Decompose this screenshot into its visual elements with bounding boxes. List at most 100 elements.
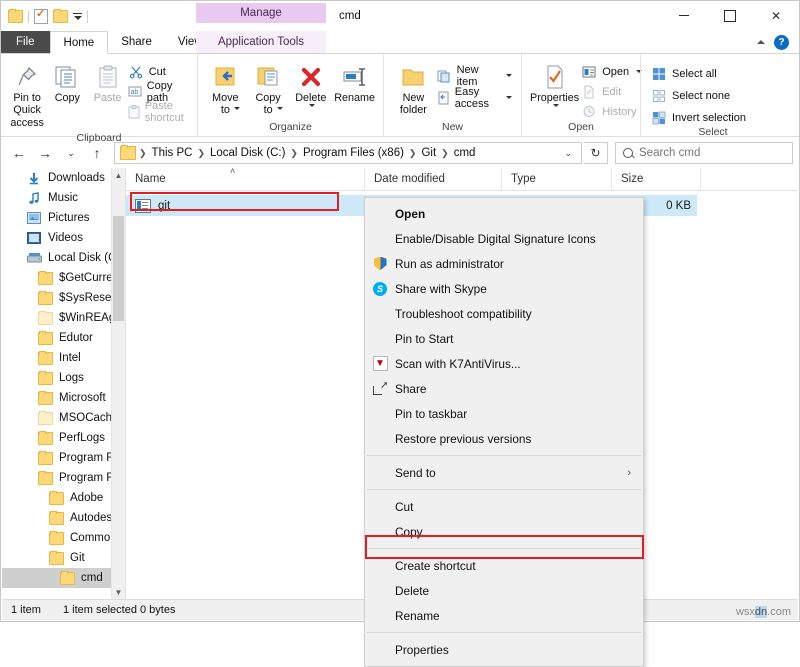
context-menu-item-create-shortcut[interactable]: Create shortcut [365, 553, 643, 578]
new-folder-button[interactable]: New folder [390, 59, 437, 120]
breadcrumb-item-this-pc[interactable]: This PC [148, 147, 197, 159]
history-button[interactable]: History [581, 103, 645, 120]
search-input[interactable]: Search cmd [615, 142, 793, 164]
scrollbar-thumb[interactable] [113, 216, 124, 321]
column-header-date-modified[interactable]: Date modified [365, 168, 502, 190]
sidebar-item-perflogs[interactable]: PerfLogs [2, 428, 125, 448]
context-menu-item-cut[interactable]: Cut [365, 494, 643, 519]
minimize-button[interactable] [661, 1, 707, 30]
ribbon-group-organize-label: Organize [198, 121, 383, 136]
refresh-button[interactable]: ↻ [584, 142, 608, 164]
navigation-scrollbar[interactable]: ▲ ▼ [111, 168, 125, 599]
tab-home[interactable]: Home [50, 31, 109, 54]
sidebar-item-adobe[interactable]: Adobe [2, 488, 125, 508]
videos-icon [26, 232, 42, 244]
paste-shortcut-button[interactable]: Paste shortcut [128, 103, 191, 120]
context-menu-item-copy[interactable]: Copy [365, 519, 643, 544]
context-menu-item-delete[interactable]: Delete [365, 578, 643, 603]
context-menu-item-pin-to-start[interactable]: Pin to Start [365, 326, 643, 351]
context-menu-item-scan-with-k7antivirus[interactable]: ▼ Scan with K7AntiVirus... [365, 351, 643, 376]
column-header-type[interactable]: Type [502, 168, 612, 190]
breadcrumb-item-cmd[interactable]: cmd [450, 147, 480, 159]
sidebar-item-edutor[interactable]: Edutor [2, 328, 125, 348]
folder-icon [48, 512, 64, 525]
tab-file[interactable]: File [1, 31, 50, 53]
window-controls: ✕ [661, 1, 799, 30]
breadcrumb-item-git[interactable]: Git [417, 147, 440, 159]
sidebar-item-msocache[interactable]: MSOCache [2, 408, 125, 428]
sidebar-item-logs[interactable]: Logs [2, 368, 125, 388]
context-menu-item-restore-previous-versions[interactable]: Restore previous versions [365, 426, 643, 451]
properties-button[interactable]: Properties [528, 59, 581, 110]
sidebar-item-getcurrent[interactable]: $GetCurrent [2, 268, 125, 288]
context-menu-item-digital-signature[interactable]: Enable/Disable Digital Signature Icons [365, 226, 643, 251]
watermark-left: wsx [736, 606, 755, 618]
new-item-button[interactable]: New item [437, 67, 515, 84]
sidebar-item-music[interactable]: Music [2, 188, 125, 208]
scroll-down-icon[interactable]: ▼ [112, 585, 125, 599]
sidebar-item-intel[interactable]: Intel [2, 348, 125, 368]
sidebar-item-sysreset[interactable]: $SysReset [2, 288, 125, 308]
context-menu-item-send-to[interactable]: Send to › [365, 460, 643, 485]
cut-button[interactable]: Cut [128, 63, 191, 80]
chevron-up-icon[interactable] [757, 40, 765, 44]
sidebar-item-microsoft[interactable]: Microsoft [2, 388, 125, 408]
maximize-button[interactable] [707, 1, 753, 30]
sidebar-item-program-files-x86[interactable]: Program Files ( [2, 468, 125, 488]
column-header-name[interactable]: Name ˄ [126, 168, 365, 190]
pin-to-quick-access-button[interactable]: Pin to Quick access [7, 59, 47, 132]
sidebar-item-videos[interactable]: Videos [2, 228, 125, 248]
breadcrumb-item-program-files-x86[interactable]: Program Files (x86) [299, 147, 408, 159]
new-folder-icon[interactable] [8, 10, 23, 23]
tab-application-tools[interactable]: Application Tools [196, 31, 326, 53]
breadcrumb-item-local-disk[interactable]: Local Disk (C:) [206, 147, 289, 159]
context-menu-item-share[interactable]: Share [365, 376, 643, 401]
context-menu-item-pin-to-taskbar[interactable]: Pin to taskbar [365, 401, 643, 426]
context-menu-item-rename[interactable]: Rename [365, 603, 643, 628]
context-menu[interactable]: Open Enable/Disable Digital Signature Ic… [364, 197, 644, 667]
open-button[interactable]: Open [581, 63, 645, 80]
context-menu-separator-3 [367, 548, 641, 549]
context-menu-item-open[interactable]: Open [365, 201, 643, 226]
move-to-button[interactable]: Move to [204, 59, 247, 113]
sidebar-item-git[interactable]: Git [2, 548, 125, 568]
select-none-button[interactable]: Select none [651, 87, 749, 104]
help-icon[interactable]: ? [774, 35, 789, 50]
folder-icon[interactable] [53, 10, 68, 23]
sidebar-item-winreagent[interactable]: $WinREAgent [2, 308, 125, 328]
breadcrumb-dropdown-icon[interactable]: ⌄ [557, 148, 579, 159]
copy-to-button[interactable]: Copy to [247, 59, 290, 113]
application-icon [135, 199, 151, 213]
navigation-pane[interactable]: Downloads Music Pictures [2, 168, 126, 599]
easy-access-button[interactable]: Easy access [437, 89, 515, 106]
copy-button[interactable]: Copy [47, 59, 87, 107]
sidebar-item-pictures[interactable]: Pictures [2, 208, 125, 228]
select-all-button[interactable]: Select all [651, 65, 749, 82]
sidebar-item-common-files[interactable]: Common File [2, 528, 125, 548]
rename-button[interactable]: Rename [332, 59, 377, 107]
context-menu-item-share-with-skype[interactable]: S Share with Skype [365, 276, 643, 301]
delete-button[interactable]: Delete [289, 59, 332, 110]
context-menu-label: Enable/Disable Digital Signature Icons [395, 232, 643, 246]
edit-button[interactable]: Edit [581, 83, 645, 100]
close-button[interactable]: ✕ [753, 1, 799, 30]
sidebar-item-program-files[interactable]: Program Files [2, 448, 125, 468]
properties-icon [544, 62, 566, 92]
scroll-up-icon[interactable]: ▲ [112, 168, 125, 182]
context-menu-item-troubleshoot-compatibility[interactable]: Troubleshoot compatibility [365, 301, 643, 326]
copy-path-button[interactable]: ab Copy path [128, 83, 191, 100]
open-icon [581, 66, 597, 78]
sidebar-item-downloads[interactable]: Downloads [2, 168, 125, 188]
properties-icon[interactable] [34, 9, 48, 24]
sidebar-item-cmd[interactable]: cmd [2, 568, 125, 588]
invert-selection-button[interactable]: Invert selection [651, 109, 749, 126]
tab-share[interactable]: Share [108, 31, 165, 53]
customize-caret-icon[interactable] [73, 13, 82, 20]
paste-button[interactable]: Paste [87, 59, 127, 107]
sidebar-item-autodesk[interactable]: Autodesk [2, 508, 125, 528]
context-menu-item-properties[interactable]: Properties [365, 637, 643, 662]
context-menu-item-run-as-administrator[interactable]: Run as administrator [365, 251, 643, 276]
sidebar-item-local-disk-c[interactable]: Local Disk (C:) [2, 248, 125, 268]
rename-icon [342, 62, 368, 92]
column-header-size[interactable]: Size [612, 168, 701, 190]
